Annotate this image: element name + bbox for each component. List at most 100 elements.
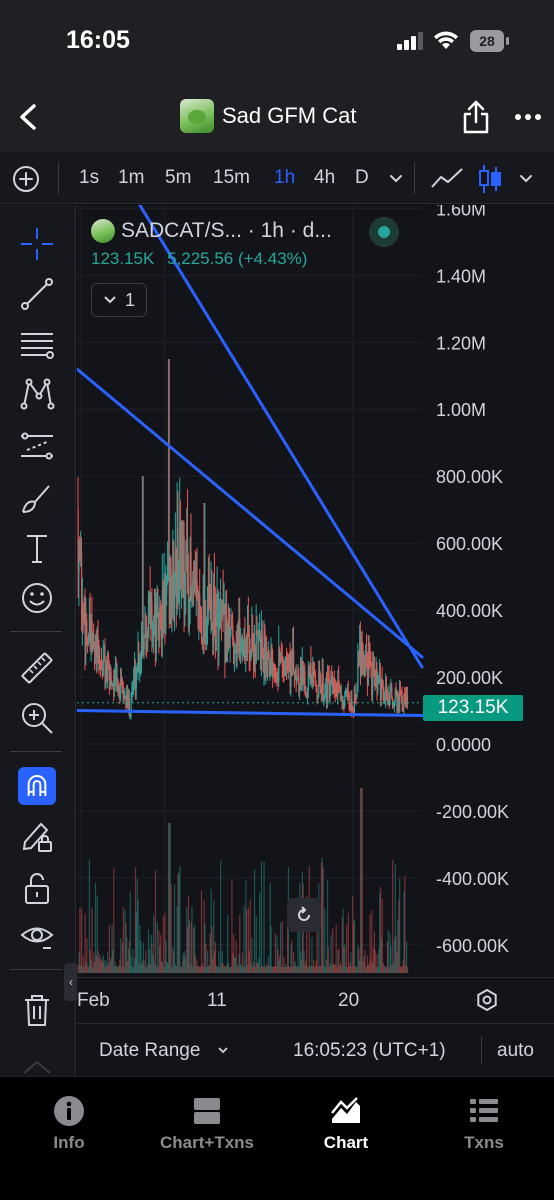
candle-body (135, 671, 137, 689)
candle-body (293, 649, 295, 673)
back-icon[interactable] (16, 103, 40, 131)
volume-bar (200, 890, 203, 973)
chart-bottom-controls: Date Range 16:05:23 (UTC+1) auto (77, 1023, 554, 1075)
volume-bar (243, 906, 245, 973)
chevron-up-icon[interactable] (20, 1057, 54, 1075)
volume-bar (179, 865, 181, 973)
y-axis-label: 1.40M (436, 266, 486, 286)
pattern-tool[interactable] (18, 375, 56, 413)
interval-chevron-down-icon[interactable] (388, 172, 404, 184)
tab-info[interactable]: Info (4, 1095, 134, 1155)
volume-bar (381, 898, 383, 973)
magnet-tool[interactable] (18, 767, 56, 805)
chevron-down-icon (104, 296, 116, 304)
volume-bar (361, 788, 363, 973)
volume-bar (156, 921, 158, 973)
chevron-down-icon[interactable] (217, 1046, 229, 1055)
status-time: 16:05 (66, 26, 130, 54)
tab-label: Txns (464, 1133, 504, 1152)
emoji-tool[interactable] (18, 579, 56, 617)
brush-tool[interactable] (18, 479, 56, 517)
y-axis-label: 0.0000 (436, 735, 491, 755)
settings-icon[interactable] (475, 988, 499, 1012)
last-price-label: 123.15K (423, 695, 523, 721)
tab-label: Chart+Txns (160, 1133, 254, 1152)
tab-label: Info (53, 1133, 85, 1152)
candlestick-chart-icon[interactable] (478, 163, 502, 195)
more-icon[interactable] (514, 112, 542, 122)
indicators-toggle-button[interactable]: 1 (91, 283, 147, 317)
time-axis[interactable]: Feb 11 20 (77, 977, 554, 1023)
date-range-button[interactable]: Date Range (99, 1040, 200, 1062)
token-title: Sad GFM Cat (180, 98, 356, 134)
page-title: Sad GFM Cat (222, 103, 357, 128)
battery-icon: 28 (470, 30, 510, 52)
y-axis-label: 800.00K (436, 467, 503, 487)
trend-line-tool[interactable] (18, 275, 56, 313)
zoom-tool[interactable] (18, 699, 56, 737)
interval-d[interactable]: D (355, 167, 369, 189)
controls-divider (481, 1036, 482, 1064)
interval-4h[interactable]: 4h (314, 167, 335, 189)
tab-chart[interactable]: Chart (281, 1095, 411, 1155)
volume-bar (322, 867, 324, 973)
chart-area[interactable]: 1.60M 1.40M 1.20M 1.00M 800.00K 600.00K 400.00… (77, 205, 554, 1028)
timezone-clock[interactable]: 16:05:23 (UTC+1) (293, 1040, 446, 1062)
interval-15m[interactable]: 15m (213, 167, 250, 189)
volume-bar (387, 930, 389, 973)
trend-line (77, 367, 424, 659)
reset-chart-button[interactable] (287, 898, 321, 932)
volume-bar (392, 859, 394, 973)
interval-1s[interactable]: 1s (79, 167, 99, 189)
toolbar-divider (414, 162, 415, 194)
collapse-panel-handle[interactable]: ‹ (64, 963, 78, 1001)
info-icon (54, 1096, 84, 1126)
volume-bar (280, 922, 282, 973)
volume-bar (263, 861, 265, 973)
chart-legend[interactable]: SADCAT/S... · 1h · d... 123.15K 5,225.56… (91, 217, 399, 269)
battery-level: 28 (479, 33, 495, 49)
volume-bar (353, 919, 356, 973)
interval-5m[interactable]: 5m (165, 167, 191, 189)
tools-divider (10, 631, 62, 632)
line-chart-icon[interactable] (430, 166, 464, 190)
tab-txns[interactable]: Txns (419, 1095, 549, 1155)
horizontal-lines-icon (21, 333, 54, 359)
interval-1h[interactable]: 1h (274, 167, 295, 189)
interval-1m[interactable]: 1m (118, 167, 144, 189)
text-tool[interactable] (18, 529, 56, 567)
token-avatar (180, 99, 214, 133)
y-axis-label: -400.00K (436, 869, 509, 889)
add-indicator-icon[interactable] (12, 165, 40, 193)
tab-chart-txns[interactable]: Chart+Txns (142, 1095, 272, 1155)
lock-all-tool[interactable] (18, 869, 56, 907)
bottom-tab-bar: Info Chart+Txns Chart Txns (0, 1076, 554, 1200)
auto-scale-toggle[interactable]: auto (497, 1040, 534, 1062)
status-bar: 16:05 28 (0, 0, 554, 82)
candle-body (155, 612, 157, 653)
chart-type-chevron-down-icon[interactable] (518, 172, 534, 184)
reset-icon (298, 906, 310, 921)
tab-label: Chart (323, 1133, 369, 1152)
volume-bar (91, 908, 93, 973)
hide-drawings-tool[interactable] (18, 917, 56, 955)
forecast-tool[interactable] (18, 427, 56, 465)
volume-bar (253, 869, 256, 973)
horizontal-lines-tool[interactable] (18, 325, 56, 363)
legend-price: 123.15K (91, 249, 155, 268)
remove-drawings-tool[interactable] (18, 991, 56, 1029)
volume-bar (246, 909, 248, 973)
magnet-icon (27, 775, 47, 796)
crosshair-tool[interactable] (18, 225, 56, 263)
lock-drawings-tool[interactable] (18, 817, 56, 855)
candle-body (147, 637, 149, 652)
legend-change: 5,225.56 (+4.43%) (167, 249, 308, 268)
brush-icon (22, 485, 50, 513)
list-icon (470, 1099, 498, 1122)
drawing-tools-panel (0, 205, 76, 1076)
text-icon (27, 535, 47, 563)
share-icon[interactable] (462, 100, 490, 134)
volume-bar (346, 924, 348, 973)
volume-bar (281, 921, 283, 973)
measure-tool[interactable] (18, 649, 56, 687)
